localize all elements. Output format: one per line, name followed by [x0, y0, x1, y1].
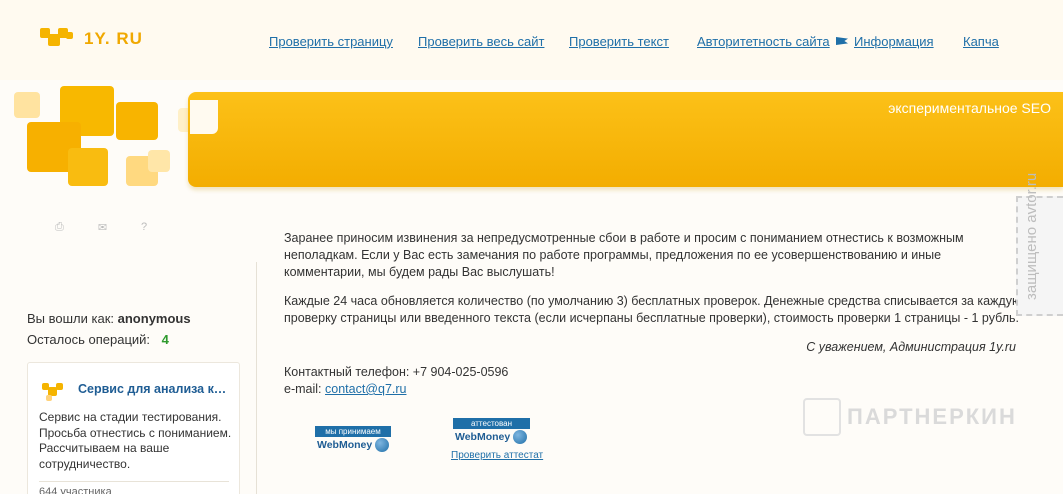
sidebar-divider: [256, 262, 257, 494]
nav-information[interactable]: Информация: [854, 34, 934, 49]
logo-text: 1Y. RU: [84, 29, 143, 48]
login-label: Вы вошли как:: [27, 311, 115, 326]
contact-email-link[interactable]: contact@q7.ru: [325, 382, 406, 396]
nav-captcha[interactable]: Капча: [963, 34, 999, 49]
nav-check-page[interactable]: Проверить страницу: [269, 34, 393, 49]
badge-attested-brand: WebMoney: [455, 431, 511, 443]
tool-icons: ⎙ ✉ ?: [55, 221, 147, 234]
service-card: Сервис для анализа конт… Сервис на стади…: [27, 362, 240, 494]
avtor-stamp-text: защищено avtor.ru: [1023, 172, 1040, 300]
help-icon[interactable]: ?: [141, 221, 147, 234]
webmoney-globe-icon: [513, 430, 528, 444]
checks-info-paragraph: Каждые 24 часа обновляется количество (п…: [284, 294, 1022, 325]
banner-decoration: [0, 80, 220, 200]
login-user: anonymous: [117, 311, 191, 326]
service-card-text: Сервис на стадии тестирования. Просьба о…: [39, 410, 232, 471]
logo-icon: [40, 28, 74, 50]
print-icon[interactable]: ⎙: [55, 221, 64, 234]
badge-accept-caption: мы принимаем: [315, 426, 391, 437]
main-content: Заранее приносим извинения за непредусмо…: [284, 230, 1024, 398]
partner-logo-icon: [803, 398, 841, 436]
webmoney-globe-icon: [375, 438, 389, 452]
nav-site-authority[interactable]: Авторитетность сайта: [697, 34, 830, 49]
contact-phone: Контактный телефон: +7 904-025-0596: [284, 365, 509, 379]
site-logo[interactable]: 1Y. RU: [40, 28, 143, 50]
service-card-title[interactable]: Сервис для анализа конт…: [78, 382, 228, 396]
badge-attested-caption: аттестован: [453, 418, 530, 429]
banner-title: экспериментальное SEO: [888, 100, 1051, 116]
ops-label: Осталось операций:: [27, 332, 151, 347]
partner-watermark-text: ПАРТНЕРКИН: [847, 404, 1017, 429]
ops-count: 4: [161, 332, 169, 347]
card-divider: [39, 481, 229, 482]
partner-watermark: ПАРТНЕРКИН: [803, 398, 1017, 436]
nav-check-site[interactable]: Проверить весь сайт: [418, 34, 544, 49]
service-logo-icon: [40, 377, 68, 405]
webmoney-attested-badge[interactable]: аттестован WebMoney: [453, 418, 530, 445]
banner: экспериментальное SEO: [188, 92, 1063, 187]
mail-icon[interactable]: ✉: [98, 221, 107, 234]
webmoney-accept-badge[interactable]: мы принимаем WebMoney: [315, 426, 391, 453]
banner-notch: [190, 100, 218, 134]
login-status: Вы вошли как: anonymous: [27, 311, 191, 326]
badge-accept-brand: WebMoney: [317, 439, 373, 451]
contacts: Контактный телефон: +7 904-025-0596 e-ma…: [284, 364, 1024, 398]
signature: С уважением, Администрация 1y.ru: [806, 340, 1016, 354]
check-attestat-link[interactable]: Проверить аттестат: [451, 450, 543, 461]
nav-check-text[interactable]: Проверить текст: [569, 34, 669, 49]
service-card-members: 644 участника: [39, 486, 112, 494]
email-label: e-mail:: [284, 382, 322, 396]
apology-paragraph: Заранее приносим извинения за непредусмо…: [284, 231, 964, 279]
contact-email-row: e-mail: contact@q7.ru: [284, 381, 1024, 398]
operations-left: Осталось операций: 4: [27, 332, 169, 347]
